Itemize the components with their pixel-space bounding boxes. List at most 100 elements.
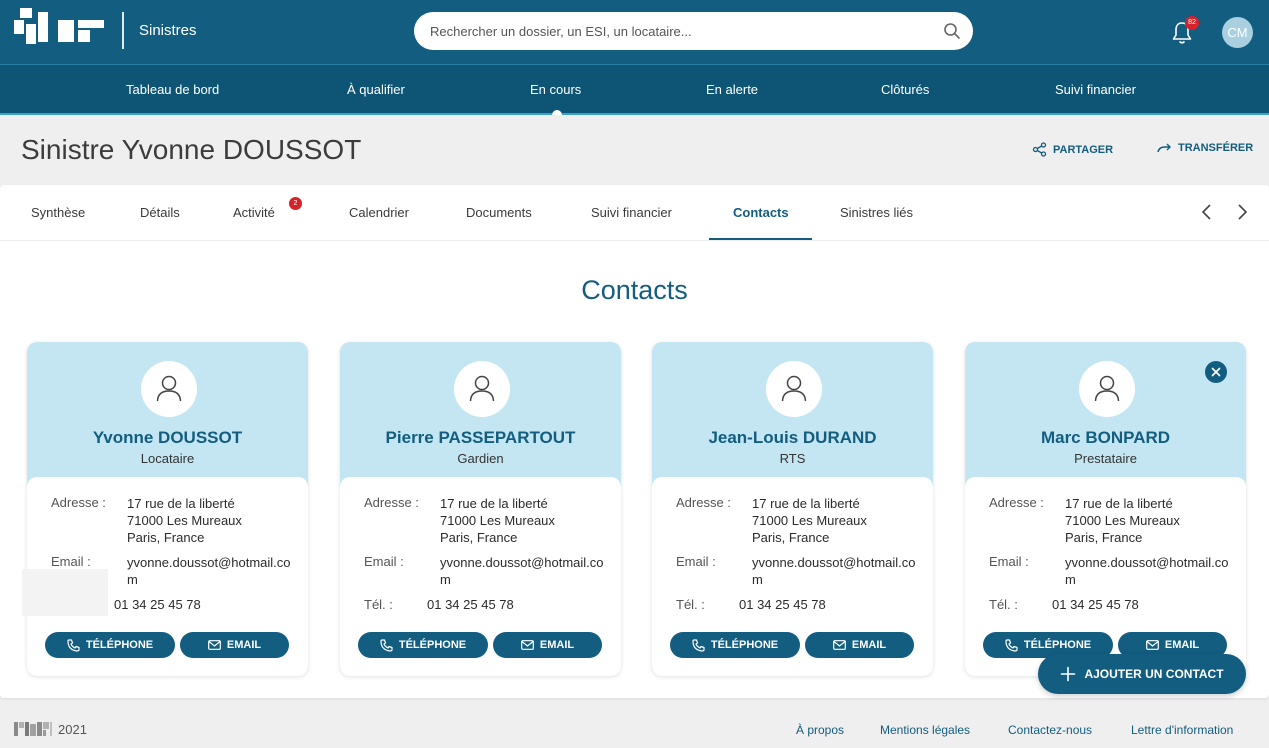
footer-link-contactez-nous[interactable]: Contactez-nous: [1008, 723, 1092, 737]
share-icon: [1032, 142, 1047, 157]
contact-card: Jean-Louis DURAND RTS Adresse : 17 rue d…: [652, 342, 933, 676]
contact-card: Yvonne DOUSSOT Locataire Adresse : 17 ru…: [27, 342, 308, 676]
tab-sinistres-lies[interactable]: Sinistres liés: [840, 205, 913, 220]
address-label: Adresse :: [676, 495, 731, 510]
forward-arrow-icon: [1157, 143, 1171, 153]
phone-value: 01 34 25 45 78: [1052, 597, 1139, 612]
user-icon: [156, 375, 182, 402]
contact-details: Adresse : 17 rue de la liberté 71000 Les…: [652, 477, 933, 676]
active-tab-underline: [709, 238, 812, 240]
tab-contacts[interactable]: Contacts: [733, 205, 789, 220]
share-button[interactable]: PARTAGER: [1032, 142, 1113, 157]
nav-item-en-cours[interactable]: En cours: [530, 82, 581, 97]
chevron-left-icon[interactable]: [1199, 203, 1215, 221]
tab-suivi-financier[interactable]: Suivi financier: [591, 205, 672, 220]
address-line: Paris, France: [127, 530, 205, 545]
contact-name: Pierre PASSEPARTOUT: [385, 428, 576, 447]
footer-link-lettre-information[interactable]: Lettre d'information: [1131, 723, 1233, 737]
address-label: Adresse :: [989, 495, 1044, 510]
remove-contact-button[interactable]: [1205, 361, 1227, 383]
phone-icon: [67, 638, 80, 652]
phone-button[interactable]: TÉLÉPHONE: [358, 632, 488, 658]
nav-item-suivi-financier[interactable]: Suivi financier: [1055, 82, 1136, 97]
contact-avatar: [454, 361, 510, 417]
phone-button-label: TÉLÉPHONE: [1023, 639, 1092, 651]
address-line: 71000 Les Mureaux: [752, 513, 867, 528]
email-button[interactable]: EMAIL: [180, 632, 289, 658]
contact-role: Locataire: [140, 451, 195, 466]
footer-logo: [14, 722, 52, 736]
email-label: Email :: [676, 554, 716, 569]
main-nav: Tableau de bord À qualifier En cours En …: [0, 64, 1269, 115]
email-label: Email :: [51, 554, 91, 569]
contact-role: RTS: [779, 451, 806, 466]
search-input[interactable]: [430, 12, 930, 50]
search-icon[interactable]: [943, 22, 961, 40]
envelope-icon: [520, 640, 534, 650]
phone-icon: [380, 638, 393, 652]
active-nav-indicator: [552, 110, 562, 115]
footer-link-mentions-legales[interactable]: Mentions légales: [880, 723, 970, 737]
address-line: 17 rue de la liberté: [440, 496, 548, 511]
close-icon: [1211, 367, 1221, 377]
contact-avatar: [1079, 361, 1135, 417]
contact-role: Gardien: [457, 451, 504, 466]
nav-item-clotures[interactable]: Clôturés: [881, 82, 929, 97]
nav-item-a-qualifier[interactable]: À qualifier: [347, 82, 405, 97]
tab-details[interactable]: Détails: [140, 205, 180, 220]
email-label: Email :: [364, 554, 404, 569]
address-line: 17 rue de la liberté: [752, 496, 860, 511]
chevron-right-icon[interactable]: [1234, 203, 1250, 221]
envelope-icon: [1145, 640, 1159, 650]
section-title: Contacts: [581, 275, 688, 305]
tab-bar: Synthèse Détails Activité 2 Calendrier D…: [0, 185, 1269, 241]
tab-activite[interactable]: Activité: [233, 205, 275, 220]
contact-details: Adresse : 17 rue de la liberté 71000 Les…: [965, 477, 1246, 676]
contact-role: Prestataire: [1074, 451, 1137, 466]
contact-avatar: [766, 361, 822, 417]
phone-button[interactable]: TÉLÉPHONE: [45, 632, 175, 658]
phone-icon: [692, 638, 705, 652]
company-logo[interactable]: [14, 8, 106, 52]
envelope-icon: [832, 640, 846, 650]
share-label: PARTAGER: [1053, 143, 1114, 156]
email-button[interactable]: EMAIL: [493, 632, 602, 658]
tab-calendrier[interactable]: Calendrier: [349, 205, 409, 220]
email-value: yvonne.doussot@hotmail.com: [440, 555, 604, 587]
phone-button[interactable]: TÉLÉPHONE: [670, 632, 800, 658]
address-line: Paris, France: [1065, 530, 1143, 545]
phone-label: Tél. :: [364, 597, 393, 612]
phone-button-label: TÉLÉPHONE: [710, 639, 779, 651]
page-title: Sinistre Yvonne DOUSSOT: [21, 134, 362, 165]
nav-item-tableau-de-bord[interactable]: Tableau de bord: [126, 82, 219, 97]
footer-year: 2021: [58, 722, 87, 737]
email-value: yvonne.doussot@hotmail.com: [1065, 555, 1229, 587]
tab-synthese[interactable]: Synthèse: [31, 205, 85, 220]
transfer-button[interactable]: TRANSFÉRER: [1157, 142, 1253, 154]
address-line: 71000 Les Mureaux: [440, 513, 555, 528]
address-value: 17 rue de la liberté 71000 Les Mureaux P…: [127, 495, 297, 546]
email-button-label: EMAIL: [851, 639, 887, 651]
nav-item-en-alerte[interactable]: En alerte: [706, 82, 758, 97]
email-value: yvonne.doussot@hotmail.com: [127, 555, 291, 587]
phone-value: 01 34 25 45 78: [427, 597, 514, 612]
footer-link-a-propos[interactable]: À propos: [796, 723, 844, 737]
notification-count-badge: 82: [1185, 16, 1199, 30]
email-label: Email :: [989, 554, 1029, 569]
address-line: 17 rue de la liberté: [1065, 496, 1173, 511]
search-bar[interactable]: [414, 12, 973, 50]
address-line: Paris, France: [752, 530, 830, 545]
address-line: 71000 Les Mureaux: [1065, 513, 1180, 528]
add-contact-label: AJOUTER UN CONTACT: [1084, 667, 1224, 681]
tab-documents[interactable]: Documents: [466, 205, 532, 220]
envelope-icon: [207, 640, 221, 650]
email-button[interactable]: EMAIL: [805, 632, 914, 658]
phone-value: 01 34 25 45 78: [114, 597, 201, 612]
add-contact-button[interactable]: AJOUTER UN CONTACT: [1038, 654, 1246, 694]
phone-value: 01 34 25 45 78: [739, 597, 826, 612]
address-line: 17 rue de la liberté: [127, 496, 235, 511]
user-avatar[interactable]: CM: [1222, 17, 1253, 48]
contact-avatar: [141, 361, 197, 417]
user-icon: [1094, 375, 1120, 402]
contact-name: Jean-Louis DURAND: [708, 428, 877, 447]
